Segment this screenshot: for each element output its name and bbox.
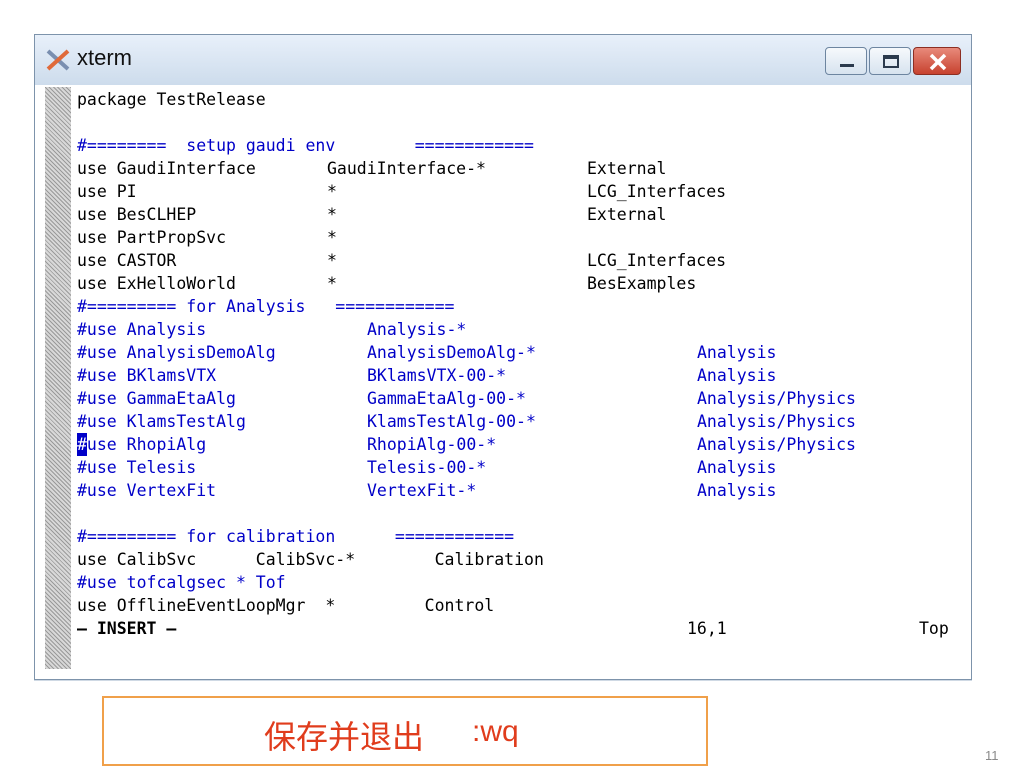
line-text: use GaudiInterface	[77, 159, 256, 178]
line-version: *	[327, 228, 337, 247]
line-text: #use GammaEtaAlg	[77, 389, 236, 408]
buffer-line	[77, 502, 957, 525]
line-text: #use tofcalgsec * Tof	[77, 573, 286, 592]
buffer-line: #========= for Analysis ============	[77, 295, 957, 318]
line-version: Telesis-00-*	[367, 458, 487, 477]
buffer-line: use ExHelloWorld * BesExamples	[77, 272, 957, 295]
buffer-line	[77, 111, 957, 134]
status-line: — INSERT — 16,1 Top	[77, 617, 957, 640]
line-path: External	[587, 159, 667, 178]
buffer-line: #======== setup gaudi env ============	[77, 134, 957, 157]
line-path: BesExamples	[587, 274, 697, 293]
close-button[interactable]	[913, 47, 961, 75]
buffer-line: use GaudiInterface GaudiInterface-* Exte…	[77, 157, 957, 180]
buffer-line: #use VertexFit VertexFit-* Analysis	[77, 479, 957, 502]
minimize-button[interactable]	[825, 47, 867, 75]
line-text: package TestRelease	[77, 90, 266, 109]
line-version: GammaEtaAlg-00-*	[367, 389, 526, 408]
buffer-line: #use GammaEtaAlg GammaEtaAlg-00-* Analys…	[77, 387, 957, 410]
line-text: use CalibSvc CalibSvc-* Calibration	[77, 550, 544, 569]
line-version: *	[327, 182, 337, 201]
buffer-line: #use tofcalgsec * Tof	[77, 571, 957, 594]
window-title: xterm	[77, 45, 132, 70]
line-text: #========= for calibration ============	[77, 527, 515, 546]
close-icon	[929, 53, 947, 71]
buffer-line: #use BKlamsVTX BKlamsVTX-00-* Analysis	[77, 364, 957, 387]
line-text: #use VertexFit	[77, 481, 217, 500]
buffer-line: #use Telesis Telesis-00-* Analysis	[77, 456, 957, 479]
cursor-position: 16,1	[687, 619, 727, 638]
line-version: GaudiInterface-*	[327, 159, 486, 178]
line-text: #use Analysis	[77, 320, 207, 339]
scroll-position: Top	[919, 619, 949, 638]
line-text: use CASTOR	[77, 251, 177, 270]
line-text: use PI	[77, 182, 137, 201]
save-quit-callout: 保存并退出 :wq	[102, 696, 708, 766]
buffer-line: use BesCLHEP * External	[77, 203, 957, 226]
line-path: LCG_Interfaces	[587, 182, 727, 201]
buffer-line: use OfflineEventLoopMgr * Control	[77, 594, 957, 617]
cursor-line-text: use RhopiAlg	[77, 435, 207, 454]
scrollbar[interactable]	[45, 87, 71, 669]
xterm-icon	[46, 49, 70, 71]
line-text: #use Telesis	[77, 458, 197, 477]
maximize-icon	[883, 55, 899, 68]
line-path: Analysis/Physics	[697, 435, 856, 454]
buffer-line: use PartPropSvc *	[77, 226, 957, 249]
line-path: Analysis/Physics	[697, 412, 856, 431]
buffer-line: use CASTOR * LCG_Interfaces	[77, 249, 957, 272]
line-text: #========= for Analysis ============	[77, 297, 455, 316]
line-version: BKlamsVTX-00-*	[367, 366, 507, 385]
line-text: #======== setup gaudi env ============	[77, 136, 534, 155]
line-text: use OfflineEventLoopMgr * Control	[77, 596, 495, 615]
line-text: use BesCLHEP	[77, 205, 197, 224]
page-number: 11	[985, 748, 999, 763]
line-path: Analysis	[697, 343, 777, 362]
buffer-line: #use AnalysisDemoAlg AnalysisDemoAlg-* A…	[77, 341, 957, 364]
line-path: LCG_Interfaces	[587, 251, 727, 270]
buffer-line: #use Analysis Analysis-*	[77, 318, 957, 341]
callout-command: :wq	[472, 715, 519, 748]
line-version: AnalysisDemoAlg-*	[367, 343, 536, 362]
line-version: *	[327, 251, 337, 270]
buffer-line: use CalibSvc CalibSvc-* Calibration	[77, 548, 957, 571]
line-version: Analysis-*	[367, 320, 467, 339]
line-path: Analysis	[697, 366, 777, 385]
maximize-button[interactable]	[869, 47, 911, 75]
buffer-line: use PI * LCG_Interfaces	[77, 180, 957, 203]
buffer-line: #use KlamsTestAlg KlamsTestAlg-00-* Anal…	[77, 410, 957, 433]
line-text: #use KlamsTestAlg	[77, 412, 246, 431]
line-text: use ExHelloWorld	[77, 274, 236, 293]
line-text: #use BKlamsVTX	[77, 366, 217, 385]
line-path: Analysis	[697, 481, 777, 500]
line-path: Analysis	[697, 458, 777, 477]
minimize-icon	[840, 64, 854, 67]
line-path: External	[587, 205, 667, 224]
xterm-window: xterm package TestRelease #======== setu…	[34, 34, 972, 680]
terminal-area[interactable]: package TestRelease #======== setup gaud…	[45, 87, 961, 669]
insert-mode-indicator: — INSERT —	[77, 619, 177, 638]
line-path: Analysis/Physics	[697, 389, 856, 408]
line-version: *	[327, 205, 337, 224]
buffer-line: #========= for calibration ============	[77, 525, 957, 548]
vim-buffer[interactable]: package TestRelease #======== setup gaud…	[77, 88, 957, 669]
title-bar[interactable]: xterm	[35, 35, 971, 85]
callout-text: 保存并退出	[264, 718, 425, 756]
line-version: VertexFit-*	[367, 481, 477, 500]
line-text: use PartPropSvc	[77, 228, 227, 247]
line-version: *	[327, 274, 337, 293]
buffer-line-cursor: use RhopiAlg # RhopiAlg-00-* Analysis/Ph…	[77, 433, 957, 456]
line-version: RhopiAlg-00-*	[367, 435, 497, 454]
line-text: #use AnalysisDemoAlg	[77, 343, 276, 362]
buffer-line: package TestRelease	[77, 88, 957, 111]
text-cursor: #	[77, 433, 87, 456]
line-version: KlamsTestAlg-00-*	[367, 412, 536, 431]
